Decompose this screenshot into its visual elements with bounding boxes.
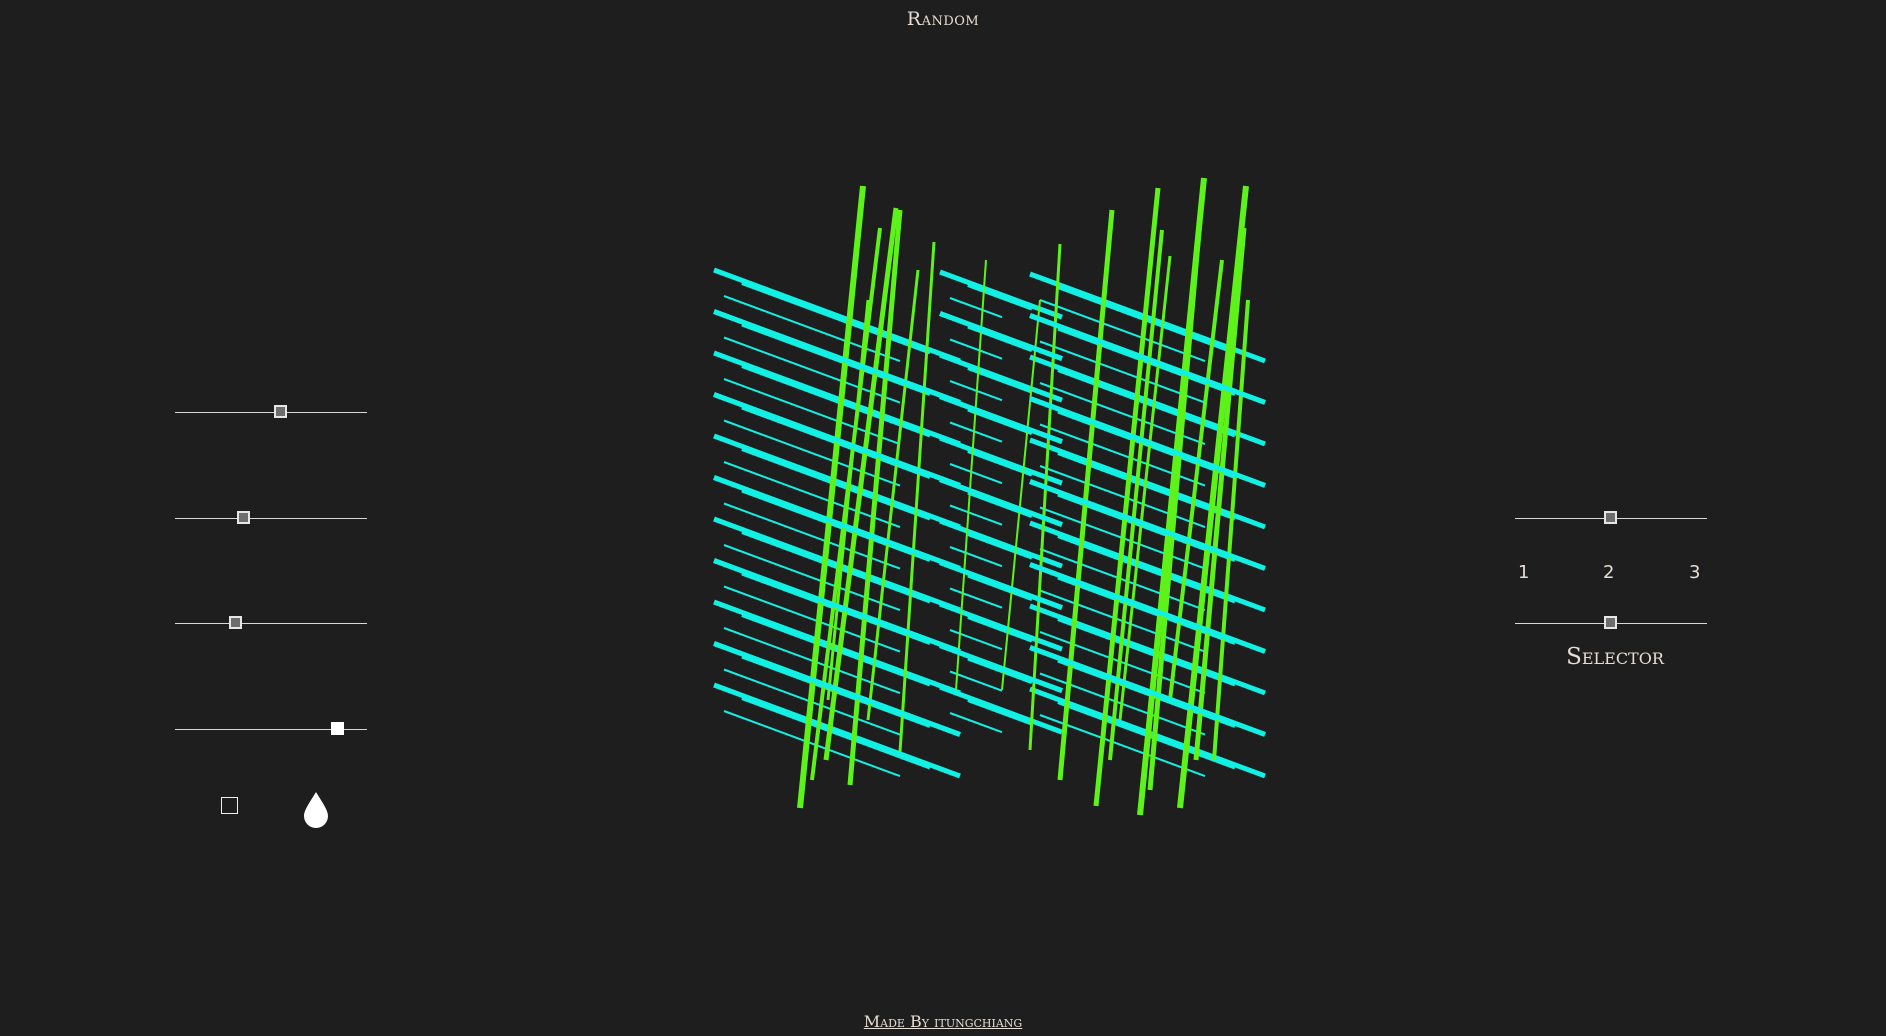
cyan-stroke <box>949 587 1003 609</box>
cyan-stroke <box>949 504 1003 526</box>
slider-track <box>175 412 367 413</box>
cyan-stroke <box>1029 603 1266 696</box>
selector-label: Selector <box>1566 644 1664 670</box>
slider-thumb[interactable] <box>331 722 345 735</box>
cyan-stroke <box>967 532 1033 560</box>
cyan-stroke <box>949 297 1003 319</box>
cyan-stroke <box>949 421 1003 443</box>
cyan-stroke <box>949 712 1003 734</box>
cyan-stroke <box>967 615 1033 643</box>
credit-link[interactable]: Made By itungchiang <box>0 1012 1886 1031</box>
cyan-stroke <box>949 338 1003 360</box>
cyan-stroke <box>967 283 1033 311</box>
slider-thumb[interactable] <box>1604 616 1617 629</box>
cyan-stroke <box>949 546 1003 568</box>
cyan-stroke <box>967 698 1033 726</box>
app-stage: Random 1 2 3 Selector Made By itungchian… <box>0 0 1886 1036</box>
cyan-stroke <box>713 682 961 779</box>
selector-option-2: 2 <box>1603 562 1615 583</box>
selector-option-1: 1 <box>1518 562 1530 583</box>
left-slider-2[interactable] <box>175 509 367 529</box>
slider-thumb[interactable] <box>273 405 287 418</box>
cyan-stroke <box>949 463 1003 485</box>
slider-track <box>175 623 367 624</box>
cyan-stroke <box>741 281 931 355</box>
cyan-stroke <box>949 629 1003 651</box>
slider-thumb[interactable] <box>229 616 243 629</box>
selector-option-3: 3 <box>1689 562 1701 583</box>
left-slider-1[interactable] <box>175 403 367 423</box>
right-slider-top[interactable] <box>1515 509 1707 529</box>
drop-icon[interactable] <box>302 790 330 828</box>
slider-thumb[interactable] <box>1604 511 1617 524</box>
square-outline-icon[interactable] <box>221 797 238 814</box>
selector-slider[interactable] <box>1515 614 1707 634</box>
slider-thumb[interactable] <box>237 511 251 524</box>
left-slider-4[interactable] <box>175 720 367 740</box>
slider-track <box>175 518 367 519</box>
left-slider-3[interactable] <box>175 614 367 634</box>
cyan-stroke <box>1029 562 1266 654</box>
